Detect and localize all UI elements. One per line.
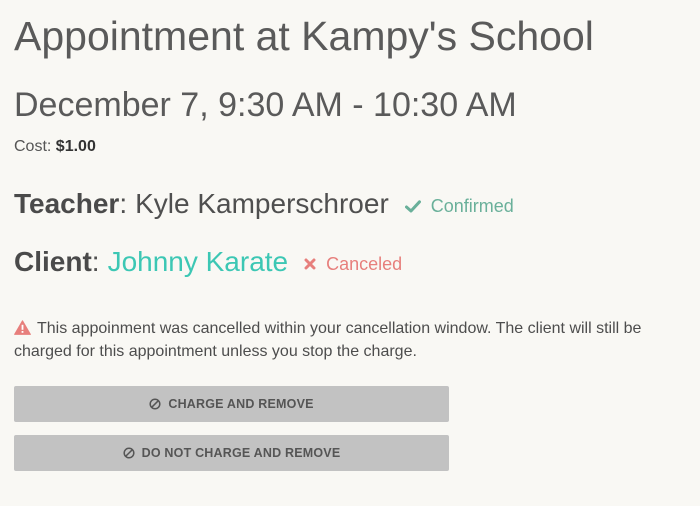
check-icon bbox=[404, 199, 421, 212]
client-role-label: Client bbox=[14, 246, 92, 277]
client-name-link[interactable]: Johnny Karate bbox=[108, 245, 289, 279]
teacher-status-label: Confirmed bbox=[430, 196, 514, 216]
cancellation-warning: This appoinment was cancelled within you… bbox=[14, 317, 679, 363]
cost-line: Cost: $1.00 bbox=[14, 137, 686, 157]
appointment-detail: Appointment at Kampy's School December 7… bbox=[14, 10, 686, 471]
client-separator: : bbox=[91, 246, 100, 277]
teacher-name: Kyle Kamperschroer bbox=[135, 188, 389, 219]
warning-triangle-icon bbox=[14, 320, 31, 335]
client-status-label: Canceled bbox=[326, 254, 403, 274]
charge-and-remove-button[interactable]: CHARGE AND REMOVE bbox=[14, 386, 449, 422]
client-row: Client: Johnny Karate Canceled bbox=[14, 243, 686, 281]
appointment-datetime: December 7, 9:30 AM - 10:30 AM bbox=[14, 86, 517, 124]
x-icon bbox=[304, 258, 316, 270]
cost-label: Cost: bbox=[14, 138, 56, 155]
teacher-role-label: Teacher bbox=[14, 188, 120, 219]
block-icon bbox=[123, 447, 135, 459]
charge-and-remove-label: CHARGE AND REMOVE bbox=[168, 397, 314, 411]
do-not-charge-and-remove-label: DO NOT CHARGE AND REMOVE bbox=[141, 446, 341, 460]
page-title: Appointment at Kampy's School bbox=[14, 13, 594, 59]
teacher-row: Teacher: Kyle Kamperschroer Confirmed bbox=[14, 185, 686, 223]
teacher-separator: : bbox=[119, 188, 128, 219]
cost-value: $1.00 bbox=[55, 138, 96, 155]
block-icon bbox=[149, 398, 161, 410]
warning-text: This appoinment was cancelled within you… bbox=[14, 320, 642, 360]
client-status: Canceled bbox=[304, 247, 402, 281]
teacher-status: Confirmed bbox=[404, 189, 514, 223]
do-not-charge-and-remove-button[interactable]: DO NOT CHARGE AND REMOVE bbox=[14, 435, 449, 471]
